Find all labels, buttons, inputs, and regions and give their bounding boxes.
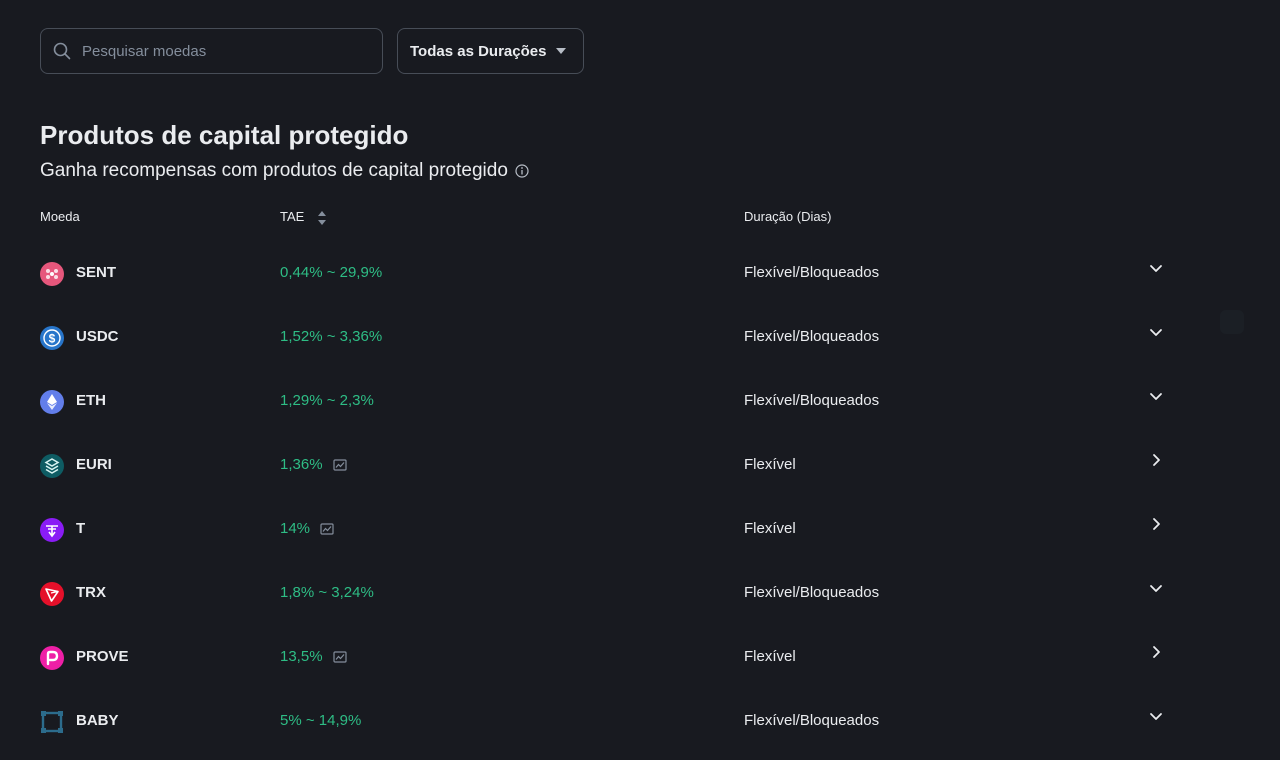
duration-value: Flexível/Bloqueados [744, 264, 880, 281]
apr-value: 1,8% ~ 3,24% [280, 584, 374, 601]
chevron-right-icon[interactable] [1148, 644, 1164, 660]
chevron-down-icon[interactable] [1148, 580, 1164, 596]
column-header-apr[interactable]: TAE [280, 209, 326, 225]
t-coin-icon [40, 518, 64, 542]
duration-value: Flexível/Bloqueados [744, 392, 880, 409]
apr-chart-icon[interactable] [332, 458, 347, 471]
coin-search-box[interactable] [40, 28, 383, 74]
chevron-right-icon[interactable] [1148, 516, 1164, 532]
column-header-apr-label: TAE [280, 209, 305, 224]
table-row[interactable]: TRX 1,8% ~ 3,24% Flexível/Bloqueados [0, 562, 1280, 626]
chevron-down-icon[interactable] [1148, 708, 1164, 724]
apr-value: 1,36% [280, 456, 323, 473]
apr-value-cell: 1,29% ~ 2,3% [280, 392, 374, 409]
table-row[interactable]: $ USDC 1,52% ~ 3,36% Flexível/Bloqueados [0, 306, 1280, 370]
euri-coin-icon [40, 454, 64, 478]
sent-coin-icon [40, 262, 64, 286]
apr-chart-icon[interactable] [332, 650, 347, 663]
duration-value: Flexível [744, 648, 796, 665]
duration-value: Flexível/Bloqueados [744, 328, 880, 345]
section-title: Produtos de capital protegido [40, 120, 409, 150]
caret-down-icon [556, 48, 566, 54]
apr-value-cell: 14% [280, 520, 334, 537]
info-icon[interactable] [515, 164, 529, 178]
apr-chart-icon[interactable] [320, 522, 334, 535]
apr-value: 0,44% ~ 29,9% [280, 264, 383, 281]
svg-text:$: $ [49, 332, 56, 346]
apr-value-cell: 5% ~ 14,9% [280, 712, 361, 729]
coin-name: TRX [76, 584, 106, 601]
eth-coin-icon [40, 390, 64, 414]
coin-name: SENT [76, 264, 117, 281]
apr-value: 13,5% [280, 648, 323, 665]
table-row[interactable]: EURI 1,36% Flexível [0, 434, 1280, 498]
baby-coin-icon [41, 711, 63, 733]
table-row[interactable]: PROVE 13,5% Flexível [0, 626, 1280, 690]
section-subtitle-text: Ganha recompensas com produtos de capita… [40, 160, 508, 181]
coin-name: USDC [76, 328, 119, 345]
chevron-down-icon[interactable] [1148, 324, 1164, 340]
duration-filter-label: Todas as Durações [410, 42, 547, 60]
trx-coin-icon [40, 582, 64, 606]
duration-value: Flexível/Bloqueados [744, 712, 880, 729]
chevron-right-icon[interactable] [1148, 452, 1164, 468]
search-input[interactable] [80, 41, 364, 61]
apr-value-cell: 1,52% ~ 3,36% [280, 328, 382, 345]
prove-coin-icon [40, 646, 64, 670]
apr-value-cell: 13,5% [280, 648, 347, 665]
column-header-duration: Duração (Dias) [744, 209, 832, 224]
section-subtitle: Ganha recompensas com produtos de capita… [40, 160, 529, 182]
apr-value: 14% [280, 520, 311, 537]
apr-value: 5% ~ 14,9% [280, 712, 362, 729]
duration-value: Flexível [744, 520, 796, 537]
column-header-coin: Moeda [40, 209, 80, 224]
apr-value: 1,52% ~ 3,36% [280, 328, 383, 345]
search-icon [53, 42, 71, 60]
table-row[interactable]: T 14% Flexível [0, 498, 1280, 562]
coin-name: EURI [76, 456, 112, 473]
coin-name: T [76, 520, 86, 537]
table-row[interactable]: SENT 0,44% ~ 29,9% Flexível/Bloqueados [0, 242, 1280, 306]
coin-name: BABY [76, 712, 119, 729]
apr-value-cell: 1,36% [280, 456, 347, 473]
coin-name: PROVE [76, 648, 129, 665]
apr-value: 1,29% ~ 2,3% [280, 392, 374, 409]
duration-value: Flexível/Bloqueados [744, 584, 880, 601]
usdc-coin-icon: $ [40, 326, 64, 350]
coin-name: ETH [76, 392, 106, 409]
floating-widget[interactable] [1220, 310, 1244, 334]
table-row[interactable]: ETH 1,29% ~ 2,3% Flexível/Bloqueados [0, 370, 1280, 434]
duration-filter-dropdown[interactable]: Todas as Durações [397, 28, 584, 74]
chevron-down-icon[interactable] [1148, 260, 1164, 276]
apr-value-cell: 1,8% ~ 3,24% [280, 584, 374, 601]
table-row[interactable]: BABY 5% ~ 14,9% Flexível/Bloqueados [0, 690, 1280, 754]
chevron-down-icon[interactable] [1148, 388, 1164, 404]
apr-value-cell: 0,44% ~ 29,9% [280, 264, 382, 281]
duration-value: Flexível [744, 456, 796, 473]
sort-icon[interactable] [317, 210, 326, 225]
